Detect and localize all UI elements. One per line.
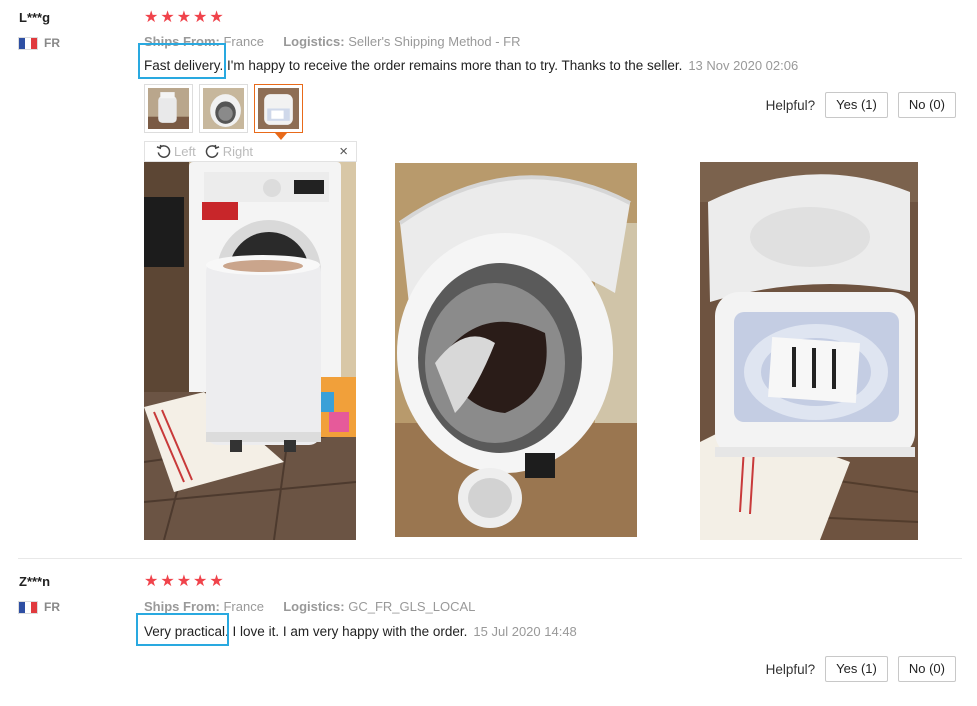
rotate-left-button[interactable]: Left — [156, 144, 196, 159]
star-icon: ★ — [160, 573, 175, 590]
review-photo[interactable] — [395, 163, 637, 537]
france-flag-icon — [18, 36, 38, 50]
star-icon: ★ — [144, 9, 159, 26]
star-icon: ★ — [193, 573, 208, 590]
rotate-left-icon — [156, 144, 171, 158]
photo-thumbnails — [144, 84, 303, 140]
ships-from-value: France — [223, 599, 264, 614]
close-icon[interactable]: × — [339, 143, 348, 160]
star-icon: ★ — [160, 9, 175, 26]
photo-thumbnail[interactable] — [144, 84, 193, 133]
review-photo[interactable] — [700, 162, 918, 540]
review-text: Very practical. I love it. I am very hap… — [144, 624, 577, 639]
review-item: L***g FR ★ ★ ★ ★ ★ Ships From: France Lo… — [0, 0, 977, 558]
rotate-right-label: Right — [222, 144, 254, 159]
reviewer-country: FR — [18, 36, 60, 50]
review-body: I love it. I am very happy with the orde… — [228, 624, 468, 639]
ships-from-value: France — [223, 34, 264, 49]
photo-thumbnail[interactable] — [199, 84, 248, 133]
review-item: Z***n FR ★ ★ ★ ★ ★ Ships From: France Lo… — [0, 560, 977, 706]
star-rating: ★ ★ ★ ★ ★ — [144, 10, 224, 26]
star-rating: ★ ★ ★ ★ ★ — [144, 574, 224, 590]
rotate-right-icon — [205, 144, 220, 158]
highlighted-phrase: Fast delivery. — [144, 58, 224, 73]
review-divider — [18, 558, 962, 559]
active-thumb-pointer — [275, 133, 287, 140]
reviewer-country: FR — [18, 600, 60, 614]
star-icon: ★ — [209, 573, 224, 590]
star-icon: ★ — [193, 9, 208, 26]
review-photo[interactable] — [144, 162, 356, 540]
review-text: Fast delivery. I'm happy to receive the … — [144, 58, 798, 73]
france-flag-icon — [18, 600, 38, 614]
helpful-yes-button[interactable]: Yes (1) — [825, 92, 888, 118]
logistics-value: Seller's Shipping Method - FR — [348, 34, 521, 49]
star-icon: ★ — [209, 9, 224, 26]
star-icon: ★ — [144, 573, 159, 590]
review-date: 13 Nov 2020 02:06 — [688, 58, 799, 73]
helpful-yes-button[interactable]: Yes (1) — [825, 656, 888, 682]
photo-thumbnail-active[interactable] — [254, 84, 303, 140]
helpful-label: Helpful? — [765, 661, 816, 677]
photo-viewer-toolbar: Left Right × — [144, 141, 357, 162]
logistics-value: GC_FR_GLS_LOCAL — [348, 599, 476, 614]
logistics-label: Logistics: — [283, 599, 345, 614]
reviewer-name: Z***n — [19, 574, 51, 589]
star-icon: ★ — [176, 573, 192, 590]
order-meta: Ships From: France Logistics: GC_FR_GLS_… — [144, 599, 475, 614]
review-date: 15 Jul 2020 14:48 — [473, 624, 577, 639]
country-code: FR — [44, 600, 60, 614]
order-meta: Ships From: France Logistics: Seller's S… — [144, 34, 521, 49]
helpful-no-button[interactable]: No (0) — [897, 92, 956, 118]
helpful-label: Helpful? — [765, 97, 816, 113]
ships-from-label: Ships From: — [144, 34, 220, 49]
rotate-left-label: Left — [174, 144, 196, 159]
helpful-controls: Helpful? Yes (1) No (0) — [766, 92, 956, 118]
rotate-right-button[interactable]: Right — [205, 144, 253, 159]
star-icon: ★ — [176, 9, 192, 26]
helpful-no-button[interactable]: No (0) — [897, 656, 956, 682]
helpful-controls: Helpful? Yes (1) No (0) — [766, 656, 956, 682]
country-code: FR — [44, 36, 60, 50]
review-body: I'm happy to receive the order remains m… — [223, 58, 683, 73]
logistics-label: Logistics: — [283, 34, 345, 49]
reviewer-name: L***g — [19, 10, 51, 25]
ships-from-label: Ships From: — [144, 599, 220, 614]
highlighted-phrase: Very practical. — [144, 624, 229, 639]
